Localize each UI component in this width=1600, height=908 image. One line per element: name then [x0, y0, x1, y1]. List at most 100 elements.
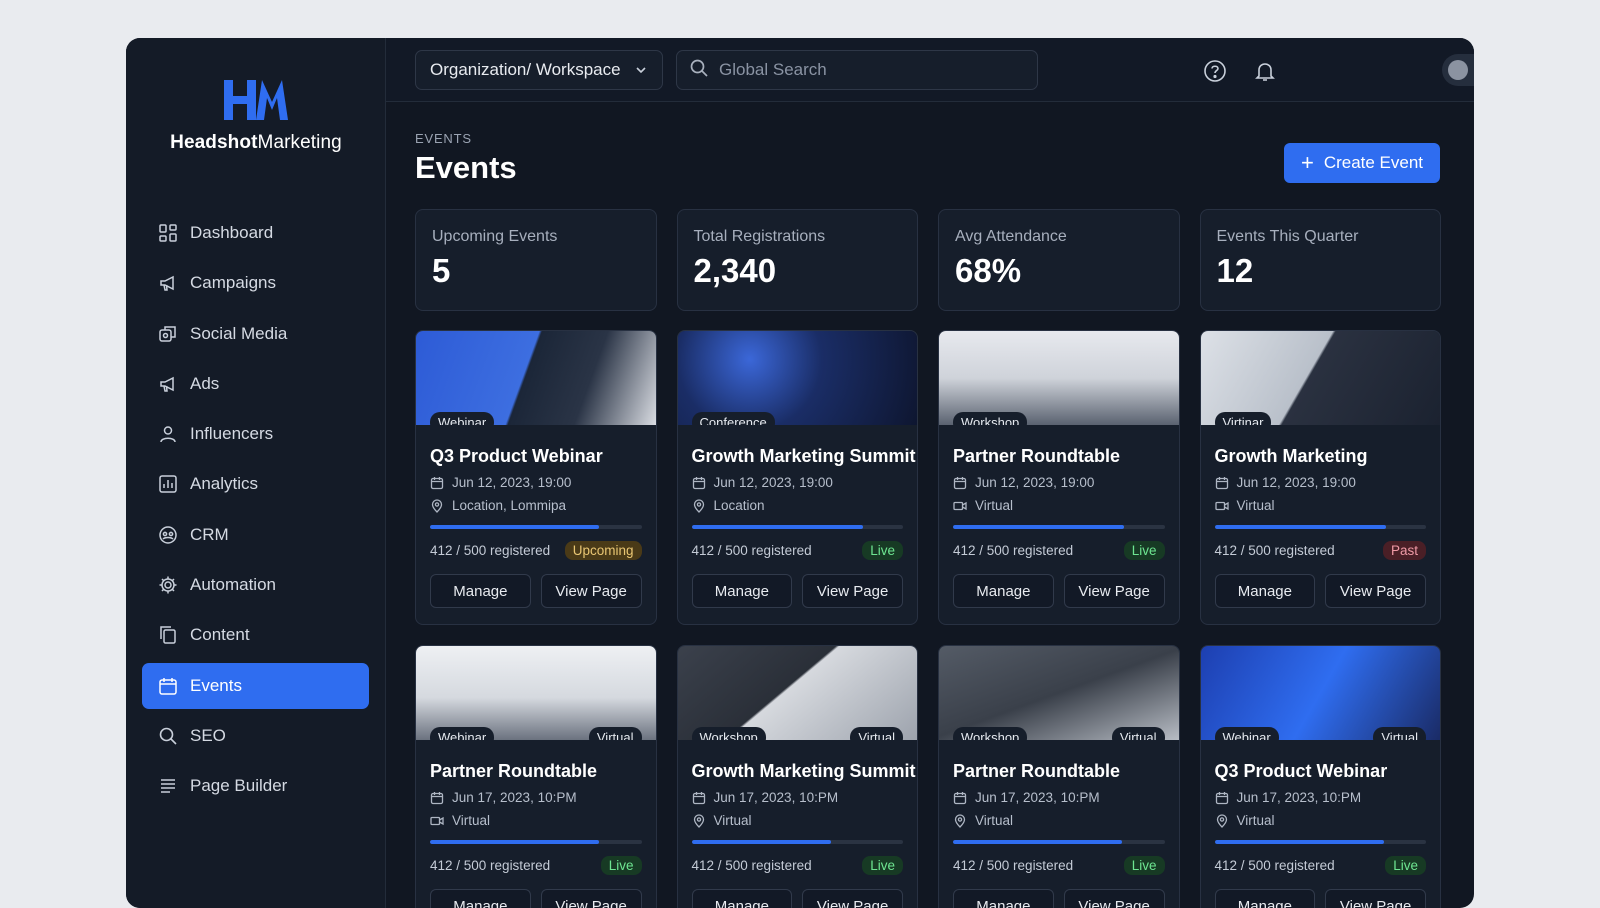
- registration-count: 412 / 500 registered: [691, 543, 812, 558]
- event-title: Partner Roundtable: [953, 761, 1121, 781]
- brand-name: HeadshotMarketing: [170, 132, 342, 153]
- event-date: Jun 12, 2023, 19:00: [953, 475, 1165, 490]
- manage-button[interactable]: Manage: [430, 889, 531, 908]
- search-icon: [689, 58, 709, 83]
- sidebar-item-label: Analytics: [190, 474, 259, 494]
- manage-button[interactable]: Manage: [1214, 574, 1316, 608]
- plus-icon: +: [1300, 150, 1314, 175]
- sidebar-item-analytics[interactable]: Analytics: [142, 461, 369, 507]
- stat-label: Events This Quarter: [1216, 228, 1359, 245]
- sidebar-item-dashboard[interactable]: Dashboard: [142, 210, 369, 256]
- event-card[interactable]: Workshop Virtual Partner Roundtable Jun …: [938, 645, 1180, 908]
- gear-icon: [158, 575, 178, 595]
- registration-count: 412 / 500 registered: [1214, 858, 1335, 873]
- event-type-tag: Webinar: [1214, 727, 1279, 740]
- brand[interactable]: HeadshotMarketing: [126, 76, 386, 154]
- sidebar-item-label: Campaigns: [190, 273, 276, 293]
- crm-icon: [158, 525, 178, 545]
- create-event-button[interactable]: + Create Event: [1284, 143, 1440, 183]
- event-card[interactable]: Webinar Q3 Product Webinar Jun 12, 2023,…: [415, 330, 657, 625]
- sidebar-item-social-media[interactable]: Social Media: [142, 311, 369, 357]
- manage-button[interactable]: Manage: [953, 889, 1054, 908]
- status-badge: Live: [862, 541, 903, 560]
- registration-progress: [430, 525, 642, 529]
- view-page-button[interactable]: View Page: [540, 889, 642, 908]
- view-page-button[interactable]: View Page: [1325, 889, 1426, 908]
- view-page-button[interactable]: View Page: [802, 889, 903, 908]
- view-page-button[interactable]: View Page: [1063, 574, 1165, 608]
- calendar-icon: [953, 791, 967, 805]
- registration-progress: [1214, 840, 1426, 844]
- sidebar-item-label: Page Builder: [190, 776, 288, 796]
- registration-progress: [430, 840, 642, 844]
- workspace-select[interactable]: Organization/ Workspace: [415, 50, 663, 90]
- light-mode-dot: [1448, 60, 1468, 80]
- manage-button[interactable]: Manage: [1214, 889, 1316, 908]
- event-card[interactable]: Workshop Virtual Growth Marketing Summit…: [676, 645, 918, 908]
- sidebar-item-seo[interactable]: SEO: [142, 713, 369, 759]
- stat-label: Avg Attendance: [955, 228, 1067, 245]
- event-card[interactable]: Virtinar Growth Marketing Jun 12, 2023, …: [1199, 330, 1441, 625]
- event-title: Growth Marketing Summit: [691, 761, 916, 781]
- sidebar-item-label: CRM: [190, 524, 229, 544]
- registration-count: 412 / 500 registered: [953, 543, 1074, 558]
- event-card[interactable]: Workshop Partner Roundtable Jun 12, 2023…: [938, 330, 1180, 625]
- event-location: Virtual: [953, 498, 1165, 513]
- event-location: Virtual: [1214, 498, 1427, 513]
- registration-count: 412 / 500 registered: [953, 858, 1074, 873]
- stat-card-attendance: Avg Attendance 68%: [938, 209, 1180, 311]
- event-date: Jun 12, 2023, 19:00: [1215, 475, 1427, 490]
- view-page-button[interactable]: View Page: [540, 574, 642, 608]
- view-page-button[interactable]: View Page: [802, 574, 903, 608]
- manage-button[interactable]: Manage: [691, 889, 793, 908]
- calendar-icon: [692, 476, 706, 490]
- bell-icon[interactable]: [1252, 58, 1278, 84]
- topbar: Organization/ Workspace VT: [386, 38, 1474, 102]
- event-photo: [416, 331, 656, 425]
- theme-toggle[interactable]: [1442, 54, 1474, 86]
- event-card[interactable]: Conference Growth Marketing Summit Jun 1…: [676, 330, 918, 625]
- sidebar-item-automation[interactable]: Automation: [142, 562, 369, 608]
- event-date: Jun 17, 2023, 10:PM: [692, 790, 904, 805]
- registration-count: 412 / 500 registered: [430, 858, 551, 873]
- event-title: Growth Marketing Summit: [691, 446, 916, 466]
- event-card[interactable]: Webinar Virtual Q3 Product Webinar Jun 1…: [1199, 645, 1441, 908]
- registration-progress: [953, 840, 1165, 844]
- sidebar-item-content[interactable]: Content: [142, 612, 369, 658]
- view-page-button[interactable]: View Page: [1325, 574, 1426, 608]
- manage-button[interactable]: Manage: [691, 574, 793, 608]
- view-page-button[interactable]: View Page: [1063, 889, 1165, 908]
- event-date: Jun 17, 2023, 10:PM: [430, 790, 642, 805]
- sidebar-item-events[interactable]: Events: [142, 662, 369, 709]
- sidebar-item-ads[interactable]: Ads: [142, 361, 369, 407]
- sidebar-item-label: Influencers: [190, 424, 274, 444]
- video-icon: [1214, 499, 1229, 513]
- status-badge: Past: [1382, 541, 1426, 560]
- event-title: Partner Roundtable: [953, 446, 1121, 466]
- app-window: HeadshotMarketing Dashboard Campaigns So…: [126, 38, 1474, 908]
- stats-row: Upcoming Events 5 Total Registrations 2,…: [415, 209, 1441, 311]
- calendar-icon: [158, 676, 178, 696]
- event-cards-grid: Webinar Q3 Product Webinar Jun 12, 2023,…: [415, 330, 1441, 908]
- event-thumbnail: Workshop Virtual: [677, 646, 917, 740]
- event-type-tag: Webinar: [430, 412, 495, 425]
- sidebar-item-campaigns[interactable]: Campaigns: [142, 260, 369, 306]
- registration-progress: [1214, 525, 1426, 529]
- global-search[interactable]: [676, 50, 1038, 90]
- manage-button[interactable]: Manage: [430, 574, 531, 608]
- manage-button[interactable]: Manage: [953, 574, 1054, 608]
- event-photo: [677, 646, 917, 740]
- event-type-tag: Virtinar: [1214, 412, 1272, 425]
- event-card[interactable]: Webinar Virtual Partner Roundtable Jun 1…: [415, 645, 657, 908]
- help-icon[interactable]: [1202, 58, 1228, 84]
- search-input[interactable]: [719, 60, 1019, 80]
- sidebar-item-page-builder[interactable]: Page Builder: [142, 763, 369, 809]
- registration-count: 412 / 500 registered: [1214, 543, 1335, 558]
- sidebar-item-influencers[interactable]: Influencers: [142, 411, 369, 457]
- sidebar-nav: Dashboard Campaigns Social Media Ads Inf…: [142, 210, 369, 814]
- event-title: Q3 Product Webinar: [1214, 761, 1388, 781]
- sidebar-item-crm[interactable]: CRM: [142, 512, 369, 558]
- event-format-tag: Virtual: [1111, 727, 1165, 740]
- calendar-icon: [1215, 476, 1229, 490]
- stat-value: 5: [432, 252, 451, 289]
